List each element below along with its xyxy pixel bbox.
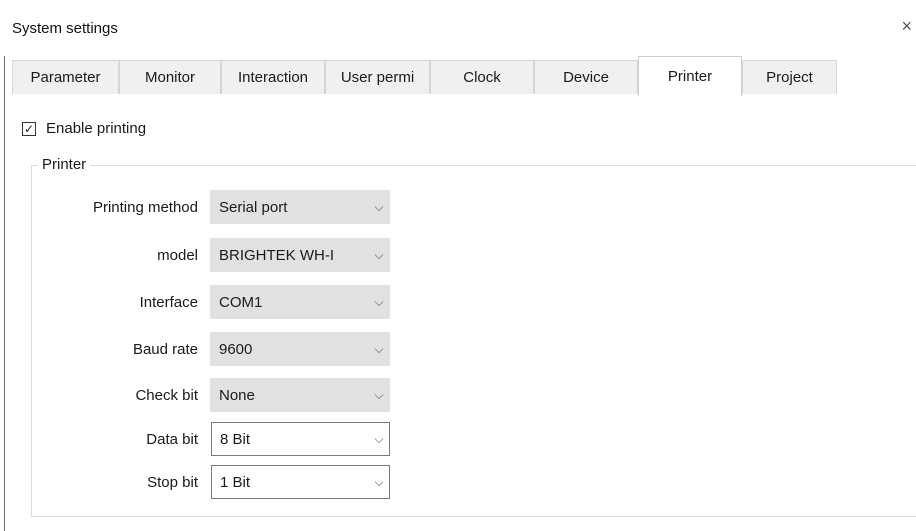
model-select[interactable]: BRIGHTEK WH-I ⌵ (210, 238, 390, 272)
tab-label: Project (766, 69, 813, 86)
baud-rate-value: 9600 (219, 340, 253, 358)
tab-printer[interactable]: Printer (638, 56, 742, 96)
stop-bit-select[interactable]: 1 Bit ⌵ (211, 465, 390, 499)
check-bit-select[interactable]: None ⌵ (210, 378, 390, 412)
tab-label: User permi (340, 69, 415, 86)
interface-label: Interface (139, 294, 198, 311)
enable-printing-checkbox[interactable]: ✓ Enable printing (22, 120, 146, 137)
baud-rate-select[interactable]: 9600 ⌵ (210, 332, 390, 366)
data-bit-label: Data bit (146, 431, 198, 448)
tab-user-permission[interactable]: User permi (325, 60, 430, 94)
check-bit-label: Check bit (135, 387, 198, 404)
tab-label: Clock (463, 69, 501, 86)
tab-label: Monitor (144, 69, 196, 86)
chevron-down-icon: ⌵ (374, 294, 384, 309)
check-bit-value: None (219, 386, 255, 404)
interface-value: COM1 (219, 293, 263, 311)
tab-clock[interactable]: Clock (430, 60, 534, 94)
data-bit-select[interactable]: 8 Bit ⌵ (211, 422, 390, 456)
model-value: BRIGHTEK WH-I (219, 246, 334, 264)
title-bar: System settings × (0, 0, 916, 56)
printing-method-label: Printing method (92, 199, 198, 216)
tab-label: Device (563, 69, 609, 86)
chevron-down-icon: ⌵ (374, 387, 384, 402)
tab-device[interactable]: Device (534, 60, 638, 94)
chevron-down-icon: ⌵ (374, 431, 384, 446)
tab-monitor[interactable]: Monitor (119, 60, 221, 94)
data-bit-value: 8 Bit (220, 430, 251, 448)
enable-printing-label: Enable printing (46, 120, 147, 137)
printer-group-legend: Printer (38, 156, 91, 173)
window-title: System settings (12, 20, 118, 37)
tab-label: Interaction (237, 69, 309, 86)
tab-label: Parameter (30, 69, 101, 86)
tab-interaction[interactable]: Interaction (221, 60, 325, 94)
model-label: model (157, 247, 198, 264)
chevron-down-icon: ⌵ (374, 341, 384, 356)
close-icon[interactable]: × (901, 16, 912, 36)
printing-method-select[interactable]: Serial port ⌵ (210, 190, 390, 224)
stop-bit-value: 1 Bit (220, 473, 251, 491)
printing-method-value: Serial port (219, 198, 288, 216)
chevron-down-icon: ⌵ (374, 247, 384, 262)
chevron-down-icon: ⌵ (374, 199, 384, 214)
tab-label: Printer (667, 68, 713, 85)
tab-bar: Parameter Monitor Interaction User permi… (12, 56, 916, 96)
checkbox-icon[interactable]: ✓ (22, 121, 36, 136)
window-left-border (4, 0, 5, 531)
interface-select[interactable]: COM1 ⌵ (210, 285, 390, 319)
chevron-down-icon: ⌵ (374, 474, 384, 489)
tab-parameter[interactable]: Parameter (12, 60, 119, 94)
stop-bit-label: Stop bit (147, 474, 198, 491)
baud-rate-label: Baud rate (132, 341, 198, 358)
tab-project[interactable]: Project (742, 60, 837, 94)
